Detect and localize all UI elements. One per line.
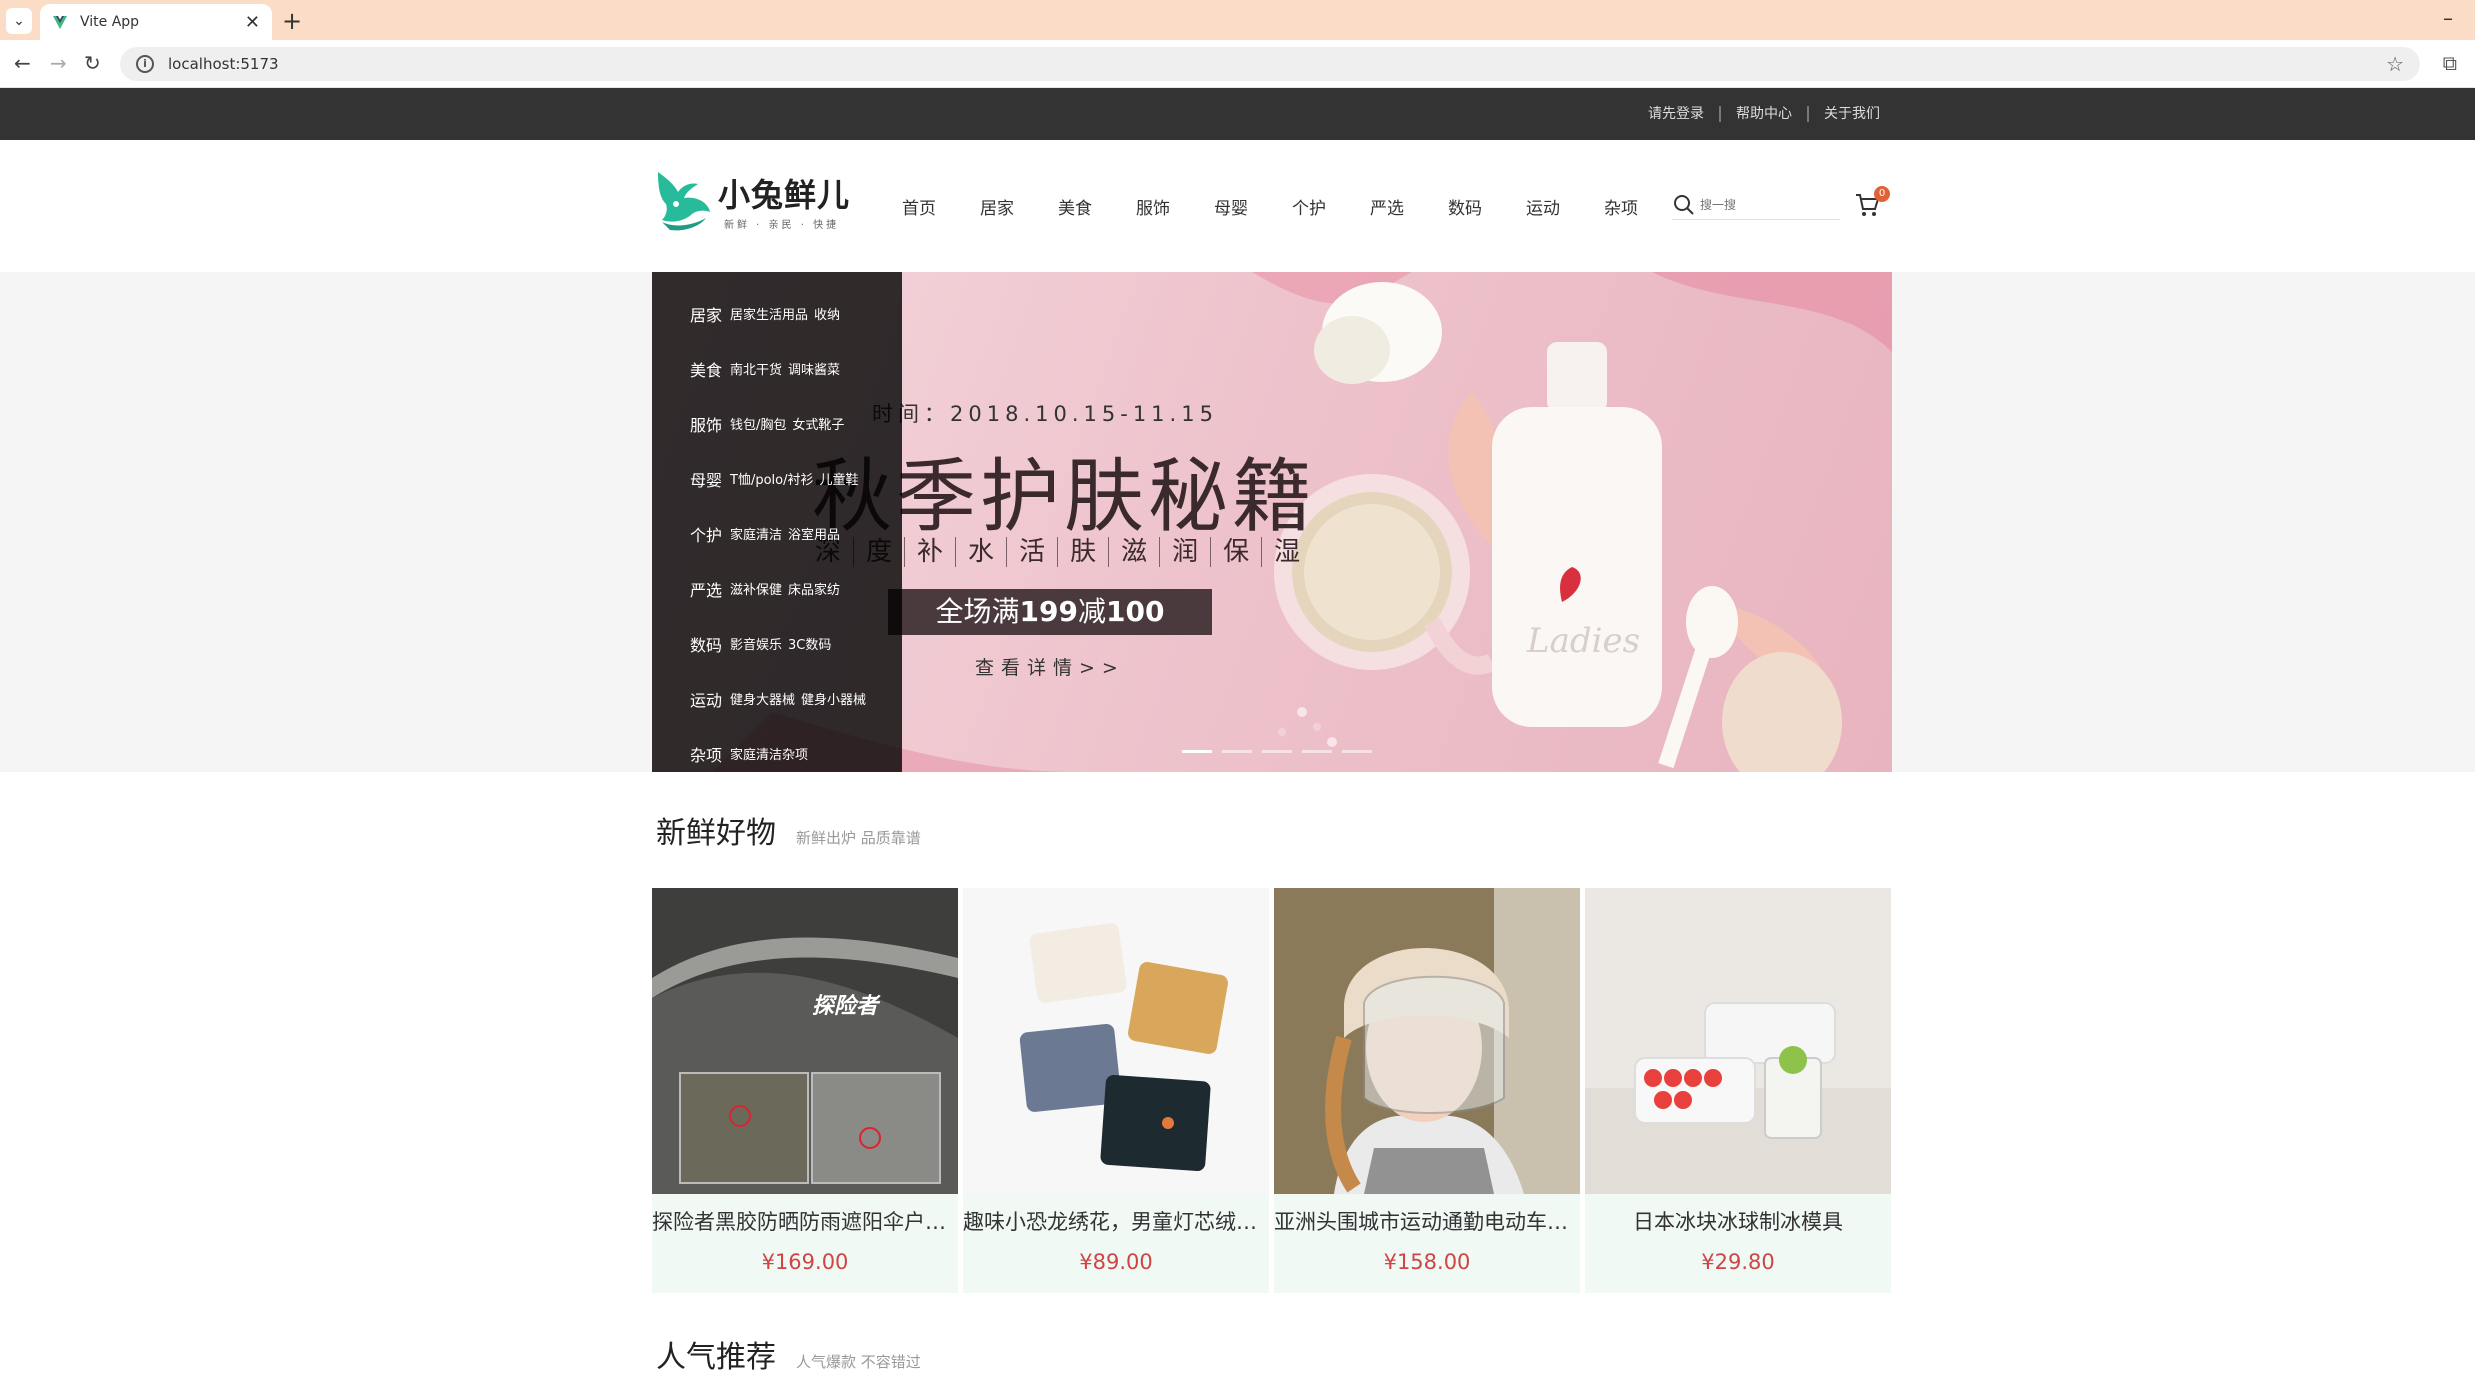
promo-deal-badge: 全场满199减100 xyxy=(888,589,1212,635)
browser-toolbar: ← → ↻ i localhost:5173 ☆ ⧉ xyxy=(0,40,2475,88)
nav-item-food[interactable]: 美食 xyxy=(1036,194,1114,219)
nav-item-misc[interactable]: 杂项 xyxy=(1582,194,1660,219)
carousel-dot[interactable] xyxy=(1262,750,1292,753)
product-card[interactable]: 趣味小恐龙绣花，男童灯芯绒衬衫 ¥89.00 xyxy=(963,888,1269,1293)
category-side-menu: 居家 居家生活用品 收纳 美食 南北干货 调味酱菜 服饰 钱包/胸包 女式靴子 … xyxy=(652,272,902,772)
tab-close-icon[interactable]: ✕ xyxy=(245,12,260,33)
product-card[interactable]: 探险者 探险者黑胶防晒防雨遮阳伞户外折叠伞 ¥169.00 xyxy=(652,888,958,1293)
product-image[interactable] xyxy=(1274,888,1580,1194)
section-subtitle: 新鲜出炉 品质靠谱 xyxy=(796,829,921,847)
nav-item-selected[interactable]: 严选 xyxy=(1348,194,1426,219)
nav-item-sports[interactable]: 运动 xyxy=(1504,194,1582,219)
main-category-nav: 首页 居家 美食 服饰 母婴 个护 严选 数码 运动 杂项 xyxy=(880,140,1660,272)
product-name[interactable]: 趣味小恐龙绣花，男童灯芯绒衬衫 xyxy=(963,1206,1269,1236)
address-url[interactable]: localhost:5173 xyxy=(168,55,2386,73)
category-item[interactable]: 杂项 家庭清洁杂项 xyxy=(652,726,902,781)
forward-arrow-icon[interactable]: → xyxy=(50,51,67,75)
carousel-indicators xyxy=(1182,750,1372,753)
section-title: 新鲜好物 xyxy=(656,816,776,851)
product-card[interactable]: 亚洲头围城市运动通勤电动车头盔 ¥158.00 xyxy=(1274,888,1580,1293)
rabbit-logo-icon xyxy=(658,172,710,231)
category-item[interactable]: 服饰 钱包/胸包 女式靴子 xyxy=(652,396,902,451)
cart-button[interactable]: 0 xyxy=(1854,186,1890,222)
window-minimize-icon[interactable]: – xyxy=(2443,6,2453,30)
new-goods-list: 探险者 探险者黑胶防晒防雨遮阳伞户外折叠伞 ¥169.00 趣味小恐龙绣花，男童… xyxy=(652,888,1891,1293)
site-top-nav: 请先登录 帮助中心 关于我们 xyxy=(0,88,2475,140)
carousel-dot[interactable] xyxy=(1302,750,1332,753)
product-image[interactable] xyxy=(1585,888,1891,1194)
product-price: ¥158.00 xyxy=(1383,1250,1471,1274)
product-image[interactable] xyxy=(963,888,1269,1194)
carousel-dot[interactable] xyxy=(1182,750,1212,753)
product-price: ¥169.00 xyxy=(761,1250,849,1274)
promo-details-link[interactable]: 查看详情>> xyxy=(975,653,1125,680)
product-card[interactable]: 日本冰块冰球制冰模具 ¥29.80 xyxy=(1585,888,1891,1293)
tab-title: Vite App xyxy=(80,14,140,30)
nav-item-baby[interactable]: 母婴 xyxy=(1192,194,1270,219)
product-name[interactable]: 探险者黑胶防晒防雨遮阳伞户外折叠伞 xyxy=(652,1206,958,1236)
new-goods-header: 新鲜好物 新鲜出炉 品质靠谱 xyxy=(656,808,921,852)
promo-date: 时间：2018.10.15-11.15 xyxy=(872,402,1218,426)
tab-search-dropdown[interactable]: ⌄ xyxy=(6,8,32,34)
category-item[interactable]: 母婴 T恤/polo/衬衫 儿童鞋 xyxy=(652,451,902,506)
nav-item-personal-care[interactable]: 个护 xyxy=(1270,194,1348,219)
category-item[interactable]: 居家 居家生活用品 收纳 xyxy=(652,286,902,341)
reload-icon[interactable]: ↻ xyxy=(84,51,101,75)
product-price: ¥29.80 xyxy=(1701,1250,1775,1274)
carousel-dot[interactable] xyxy=(1342,750,1372,753)
brand-slogan: 新鲜 · 亲民 · 快捷 xyxy=(724,220,840,231)
nav-item-home-living[interactable]: 居家 xyxy=(958,194,1036,219)
cart-count-badge: 0 xyxy=(1874,186,1890,202)
category-item[interactable]: 数码 影音娱乐 3C数码 xyxy=(652,616,902,671)
about-us-link[interactable]: 关于我们 xyxy=(1807,106,1895,122)
nav-item-home[interactable]: 首页 xyxy=(880,194,958,219)
back-arrow-icon[interactable]: ← xyxy=(14,51,31,75)
vite-favicon-icon xyxy=(53,16,67,29)
site-logo[interactable]: 小兔鲜儿 新鲜 · 亲民 · 快捷 xyxy=(652,162,852,242)
search-input[interactable] xyxy=(1700,197,1830,212)
section-subtitle: 人气爆款 不容错过 xyxy=(796,1353,921,1371)
site-header: 小兔鲜儿 新鲜 · 亲民 · 快捷 首页 居家 美食 服饰 母婴 个护 严选 数… xyxy=(0,140,2475,272)
category-item[interactable]: 严选 滋补保健 床品家纺 xyxy=(652,561,902,616)
search-icon[interactable] xyxy=(1672,193,1696,217)
extensions-icon[interactable]: ⧉ xyxy=(2443,51,2457,75)
popular-header: 人气推荐 人气爆款 不容错过 xyxy=(656,1332,921,1376)
browser-tab[interactable]: Vite App ✕ xyxy=(40,4,272,40)
product-price: ¥89.00 xyxy=(1079,1250,1153,1274)
section-title: 人气推荐 xyxy=(656,1340,776,1375)
svg-text:探险者: 探险者 xyxy=(812,993,881,1019)
banner-area: 居家 居家生活用品 收纳 美食 南北干货 调味酱菜 服饰 钱包/胸包 女式靴子 … xyxy=(0,272,2475,772)
address-bar[interactable]: i localhost:5173 ☆ xyxy=(120,47,2420,81)
login-link[interactable]: 请先登录 xyxy=(1633,106,1719,122)
category-item[interactable]: 个护 家庭清洁 浴室用品 xyxy=(652,506,902,561)
bookmark-star-icon[interactable]: ☆ xyxy=(2386,52,2404,76)
search-box xyxy=(1672,190,1840,220)
help-center-link[interactable]: 帮助中心 xyxy=(1719,106,1807,122)
site-info-icon[interactable]: i xyxy=(136,55,154,73)
brand-name: 小兔鲜儿 xyxy=(718,176,851,214)
product-name[interactable]: 亚洲头围城市运动通勤电动车头盔 xyxy=(1274,1206,1580,1236)
nav-item-digital[interactable]: 数码 xyxy=(1426,194,1504,219)
browser-tab-strip: ⌄ Vite App ✕ + – xyxy=(0,0,2475,40)
category-item[interactable]: 美食 南北干货 调味酱菜 xyxy=(652,341,902,396)
product-image[interactable]: 探险者 xyxy=(652,888,958,1194)
product-name[interactable]: 日本冰块冰球制冰模具 xyxy=(1585,1206,1891,1236)
new-tab-icon[interactable]: + xyxy=(282,7,302,35)
category-item[interactable]: 运动 健身大器械 健身小器械 xyxy=(652,671,902,726)
nav-item-clothing[interactable]: 服饰 xyxy=(1114,194,1192,219)
bottle-label-text: Ladies xyxy=(1526,621,1640,661)
carousel-dot[interactable] xyxy=(1222,750,1252,753)
